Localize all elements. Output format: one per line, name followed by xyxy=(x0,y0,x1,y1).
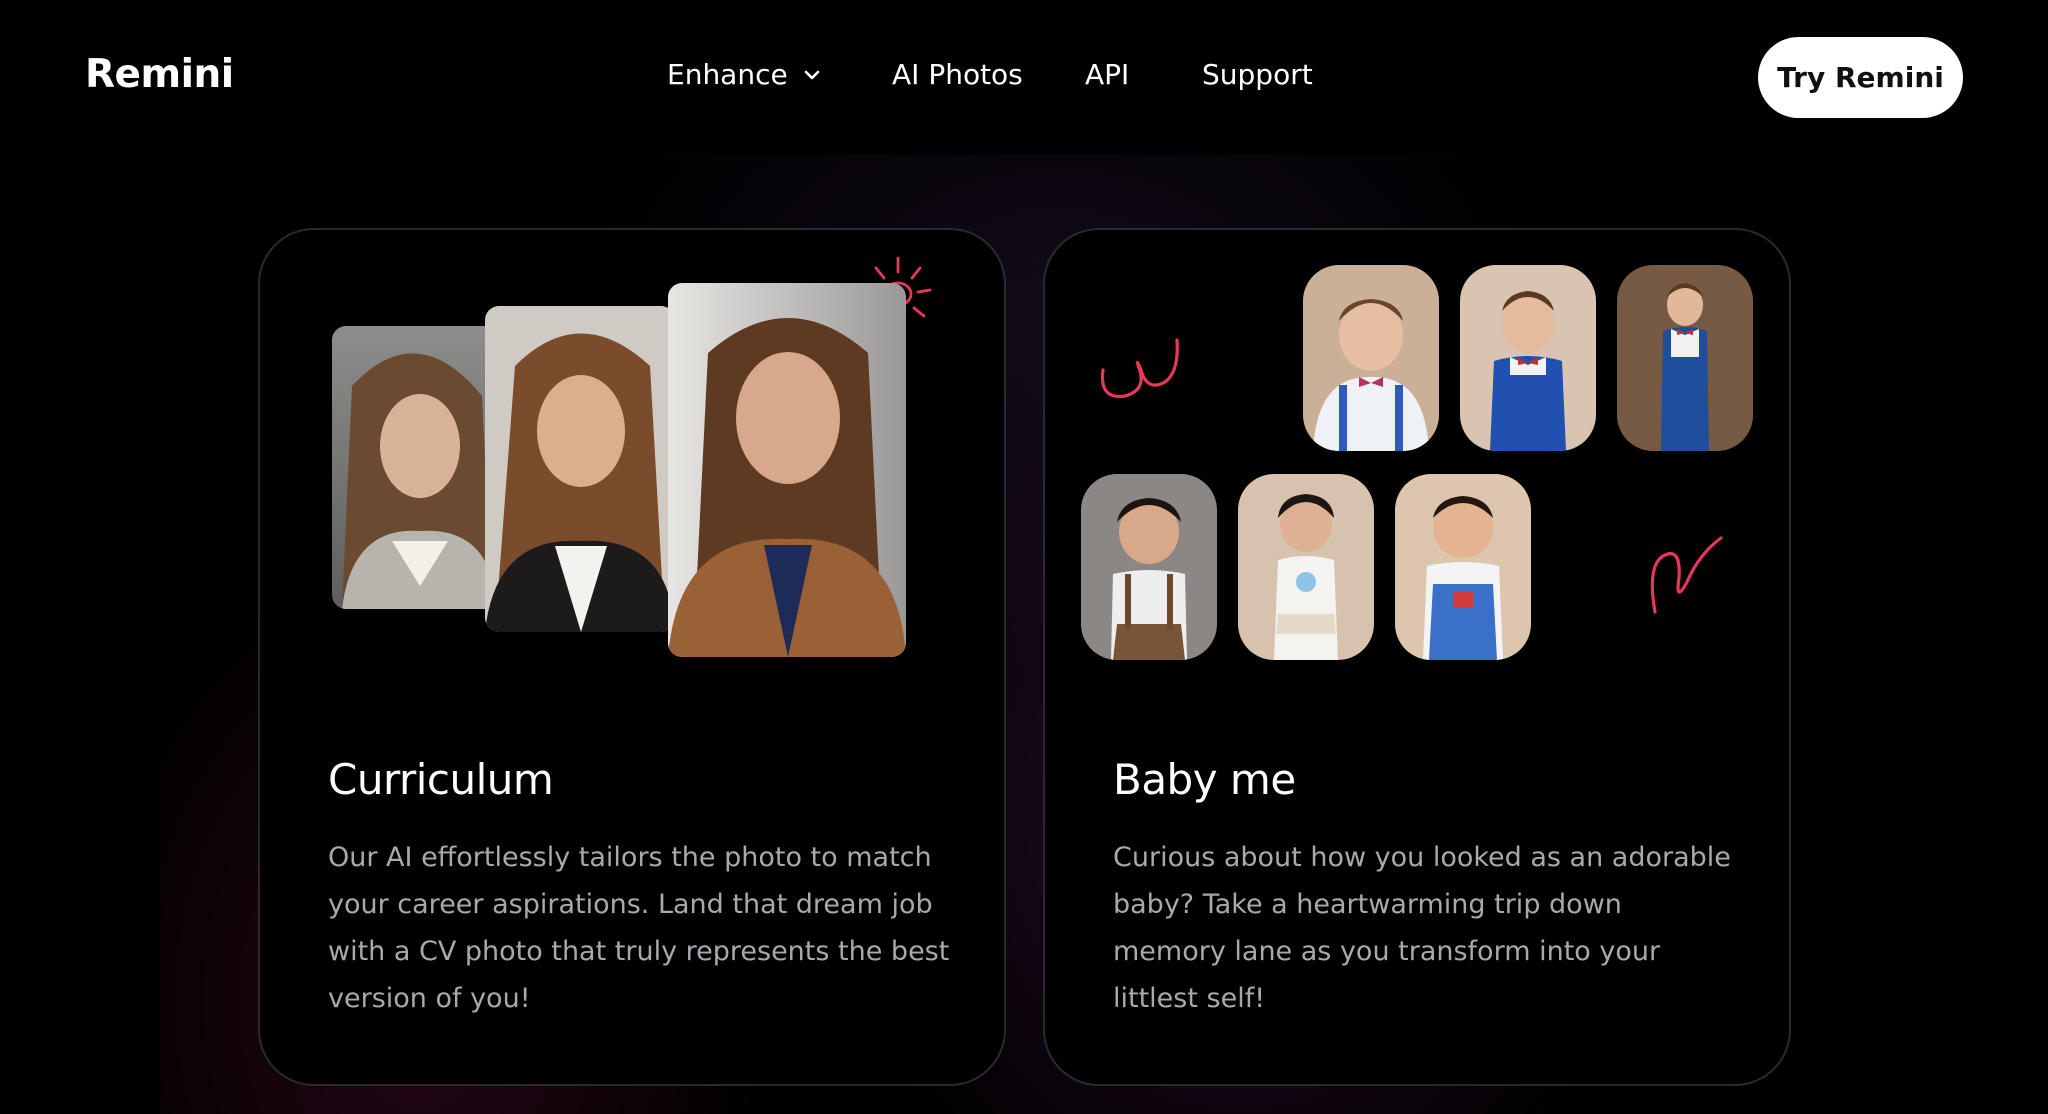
card-title: Curriculum xyxy=(328,755,554,804)
page: Remini Enhance AI Photos API Support Try… xyxy=(0,0,2048,1114)
baby-photo-3 xyxy=(1617,265,1753,451)
nav-item-ai-photos[interactable]: AI Photos xyxy=(892,58,1023,91)
chevron-down-icon xyxy=(804,70,820,79)
squiggle-doodle-icon xyxy=(1650,536,1723,614)
try-remini-button[interactable]: Try Remini xyxy=(1758,37,1963,118)
main-nav: Enhance AI Photos API Support xyxy=(0,58,2048,98)
baby-photo-2 xyxy=(1460,265,1596,451)
nav-item-label: AI Photos xyxy=(892,58,1023,91)
baby-photo-6 xyxy=(1395,474,1531,660)
nav-item-enhance[interactable]: Enhance xyxy=(667,58,822,91)
card-description: Our AI effortlessly tailors the photo to… xyxy=(328,842,950,1014)
baby-photo-5 xyxy=(1238,474,1374,660)
card-title: Baby me xyxy=(1113,755,1296,804)
card-baby-me[interactable]: Baby me Curious about how you looked as … xyxy=(1043,228,1791,1086)
nav-item-label: Support xyxy=(1202,58,1313,91)
baby-photo-1 xyxy=(1303,265,1439,451)
cv-photo-1 xyxy=(332,326,502,609)
baby-photo-4 xyxy=(1081,474,1217,660)
site-header: Remini Enhance AI Photos API Support Try… xyxy=(0,0,2048,155)
cv-photo-3 xyxy=(668,283,906,657)
nav-item-label: API xyxy=(1085,58,1130,91)
nav-item-support[interactable]: Support xyxy=(1202,58,1313,91)
card-description: Curious about how you looked as an adora… xyxy=(1113,842,1731,1014)
nav-item-label: Enhance xyxy=(667,58,788,91)
nav-item-api[interactable]: API xyxy=(1085,58,1129,91)
cv-photo-2 xyxy=(485,306,675,632)
squiggle-doodle-icon xyxy=(1100,338,1179,399)
card-curriculum[interactable]: Curriculum Our AI effortlessly tailors t… xyxy=(258,228,1006,1086)
